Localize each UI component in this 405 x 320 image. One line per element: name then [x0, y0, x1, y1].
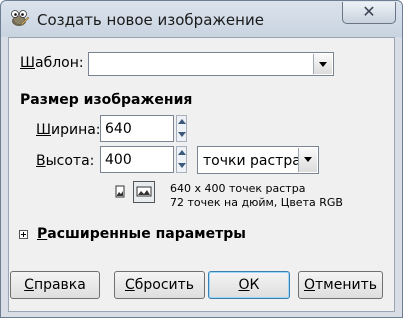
width-spinner[interactable]	[176, 115, 187, 142]
reset-button[interactable]: Сбросить	[114, 271, 205, 299]
dialog-body: Шаблон: Размер изображения Ширина: 640 В…	[8, 37, 395, 312]
unit-value: точки растра	[203, 153, 301, 169]
cancel-button[interactable]: Отменить	[298, 271, 383, 299]
image-size-heading: Размер изображения	[20, 92, 193, 108]
close-button[interactable]: ✕	[342, 2, 396, 24]
gimp-icon	[8, 8, 30, 28]
chevron-down-icon	[319, 62, 327, 67]
help-button[interactable]: Справка	[10, 271, 100, 299]
expander-plus-icon[interactable]	[19, 230, 28, 239]
spin-down-icon[interactable]	[178, 163, 186, 168]
template-combo[interactable]	[88, 52, 334, 76]
dialog-window: Создать новое изображение ✕ Шаблон: Разм…	[0, 0, 403, 318]
height-spinner[interactable]	[176, 146, 187, 173]
template-label: Шаблон:	[20, 55, 84, 71]
portrait-icon[interactable]	[110, 182, 130, 202]
advanced-options-toggle[interactable]: Расширенные параметры	[37, 226, 246, 242]
template-dropdown-button[interactable]	[313, 54, 332, 74]
width-input[interactable]: 640	[100, 115, 174, 142]
size-info-line1: 640 x 400 точек растра	[170, 182, 306, 195]
window-title: Создать новое изображение	[37, 11, 264, 29]
ok-button[interactable]: ОК	[208, 271, 290, 299]
close-icon: ✕	[362, 2, 376, 21]
size-info-line2: 72 точек на дюйм, Цвета RGB	[170, 196, 343, 209]
landscape-icon[interactable]	[133, 181, 155, 203]
height-label: Высота:	[36, 153, 95, 169]
spin-up-icon[interactable]	[178, 150, 186, 155]
unit-dropdown-button[interactable]	[298, 148, 317, 172]
spin-down-icon[interactable]	[178, 132, 186, 137]
height-input[interactable]: 400	[100, 146, 174, 173]
chevron-down-icon	[304, 157, 312, 162]
title-bar[interactable]: Создать новое изображение ✕	[1, 1, 402, 37]
width-label: Ширина:	[36, 122, 101, 138]
spin-up-icon[interactable]	[178, 119, 186, 124]
unit-combo[interactable]: точки растра	[197, 146, 319, 174]
